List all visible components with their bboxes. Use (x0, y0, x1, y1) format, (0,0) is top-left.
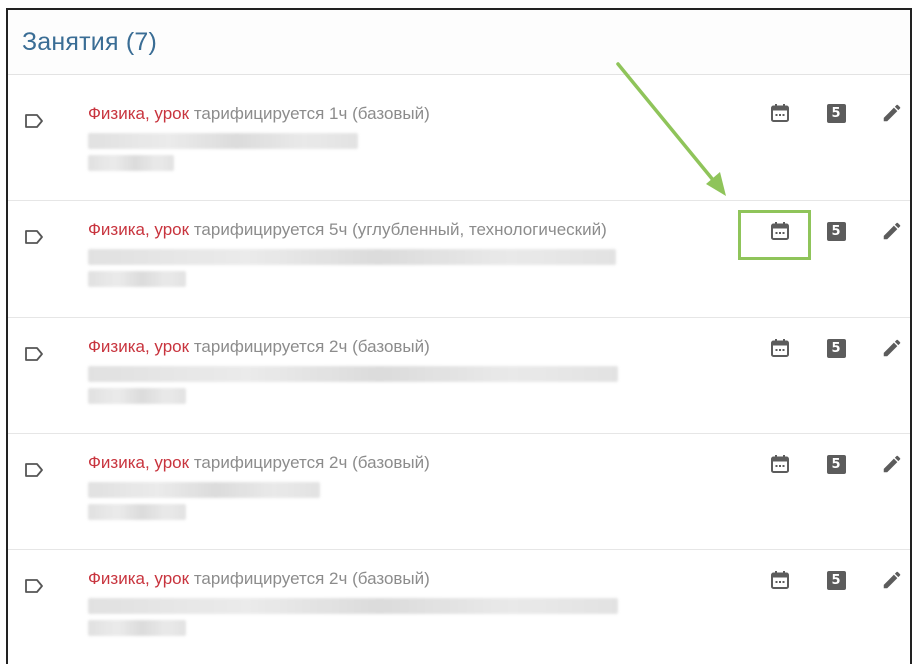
lesson-tariff-info: тарифицируется 5ч (углубленный, технолог… (193, 220, 607, 239)
calendar-button[interactable] (760, 97, 800, 129)
grade-5-icon: 5 (826, 338, 846, 358)
blurred-text (88, 133, 358, 149)
blurred-text (88, 482, 320, 498)
lesson-row: Физика, урок тарифицируется 2ч (базовый)… (8, 318, 910, 434)
lesson-tariff-info: тарифицируется 1ч (базовый) (193, 104, 430, 123)
grades-button[interactable]: 5 (816, 215, 856, 247)
calendar-button[interactable] (760, 215, 800, 247)
lesson-tariff-info: тарифицируется 2ч (базовый) (193, 569, 430, 588)
grades-button[interactable]: 5 (816, 97, 856, 129)
lesson-row: Физика, урок тарифицируется 2ч (базовый)… (8, 550, 910, 664)
blurred-text (88, 366, 618, 382)
lesson-title: Физика, урок тарифицируется 2ч (базовый) (88, 569, 430, 589)
grade-5-icon: 5 (826, 221, 846, 241)
grades-button[interactable]: 5 (816, 564, 856, 596)
lesson-title: Физика, урок тарифицируется 2ч (базовый) (88, 337, 430, 357)
calendar-icon (771, 339, 789, 357)
label-tag-icon (25, 347, 43, 361)
lesson-subject-link[interactable]: Физика, урок (88, 220, 189, 239)
label-tag-icon (25, 579, 43, 593)
lesson-actions: 5 (760, 215, 910, 247)
edit-button[interactable] (872, 448, 910, 480)
label-tag-icon (25, 463, 43, 477)
lesson-title: Физика, урок тарифицируется 1ч (базовый) (88, 104, 430, 124)
lesson-title: Физика, урок тарифицируется 2ч (базовый) (88, 453, 430, 473)
blurred-text (88, 388, 186, 404)
edit-button[interactable] (872, 564, 910, 596)
lesson-actions: 5 (760, 332, 910, 364)
lesson-actions: 5 (760, 97, 910, 129)
pencil-icon (883, 339, 901, 357)
edit-button[interactable] (872, 97, 910, 129)
label-tag-icon (25, 230, 43, 244)
grade-5-icon: 5 (826, 103, 846, 123)
pencil-icon (883, 571, 901, 589)
grade-5-icon: 5 (826, 570, 846, 590)
grade-5-icon: 5 (826, 454, 846, 474)
blurred-text (88, 249, 616, 265)
pencil-icon (883, 104, 901, 122)
lesson-subject-link[interactable]: Физика, урок (88, 569, 189, 588)
calendar-icon (771, 571, 789, 589)
lesson-actions: 5 (760, 448, 910, 480)
pencil-icon (883, 222, 901, 240)
lesson-subject-link[interactable]: Физика, урок (88, 337, 189, 356)
lesson-title: Физика, урок тарифицируется 5ч (углублен… (88, 220, 607, 240)
grades-button[interactable]: 5 (816, 448, 856, 480)
blurred-text (88, 155, 174, 171)
edit-button[interactable] (872, 332, 910, 364)
calendar-button[interactable] (760, 332, 800, 364)
calendar-icon (771, 222, 789, 240)
label-tag-icon (25, 114, 43, 128)
pencil-icon (883, 455, 901, 473)
lessons-panel: Занятия (7) Физика, урок тарифицируется … (6, 8, 912, 664)
lesson-tariff-info: тарифицируется 2ч (базовый) (193, 453, 430, 472)
lesson-tariff-info: тарифицируется 2ч (базовый) (193, 337, 430, 356)
edit-button[interactable] (872, 215, 910, 247)
calendar-button[interactable] (760, 448, 800, 480)
blurred-text (88, 620, 186, 636)
lesson-subject-link[interactable]: Физика, урок (88, 453, 189, 472)
calendar-icon (771, 455, 789, 473)
grades-button[interactable]: 5 (816, 332, 856, 364)
lesson-row: Физика, урок тарифицируется 1ч (базовый)… (8, 75, 910, 201)
panel-header: Занятия (7) (8, 10, 910, 75)
blurred-text (88, 598, 618, 614)
lesson-subject-link[interactable]: Физика, урок (88, 104, 189, 123)
lesson-row: Физика, урок тарифицируется 2ч (базовый)… (8, 434, 910, 550)
blurred-text (88, 271, 186, 287)
lesson-actions: 5 (760, 564, 910, 596)
calendar-icon (771, 104, 789, 122)
panel-title: Занятия (7) (22, 27, 158, 56)
lesson-row: Физика, урок тарифицируется 5ч (углублен… (8, 201, 910, 318)
calendar-button[interactable] (760, 564, 800, 596)
blurred-text (88, 504, 186, 520)
